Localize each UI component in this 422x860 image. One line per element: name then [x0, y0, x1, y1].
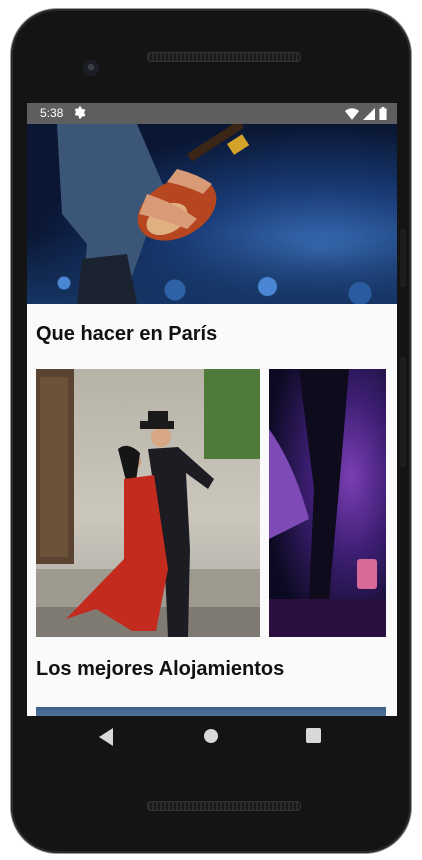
guitarist-illustration: [57, 124, 250, 304]
hero-concert-image: [27, 124, 397, 304]
section-title-accommodations: Los mejores Alojamientos: [36, 658, 285, 680]
activity-card-dance[interactable]: [269, 369, 386, 637]
wifi-icon: [345, 107, 359, 123]
home-icon[interactable]: [203, 728, 219, 749]
back-icon[interactable]: [99, 728, 115, 751]
settings-icon: [73, 106, 86, 122]
status-time: 5:38: [40, 106, 64, 120]
signal-icon: [363, 107, 375, 123]
app-screen: 5:38 Que hacer en París Los mejores Aloj…: [27, 103, 397, 716]
recents-icon[interactable]: [306, 728, 321, 748]
bottom-speaker: [147, 801, 301, 811]
navigation-bar: [27, 716, 397, 760]
power-button: [400, 357, 406, 467]
section-title-things-to-do: Que hacer en París: [36, 323, 218, 345]
volume-button: [400, 229, 406, 287]
top-speaker: [147, 52, 301, 62]
dance-floor-image: [269, 369, 386, 637]
front-camera: [83, 60, 99, 76]
accommodation-card-image[interactable]: [36, 707, 386, 716]
battery-icon: [379, 107, 387, 123]
tango-dancers-image: [36, 369, 260, 637]
activity-card-tango[interactable]: [36, 369, 260, 637]
status-bar: 5:38: [27, 103, 397, 124]
